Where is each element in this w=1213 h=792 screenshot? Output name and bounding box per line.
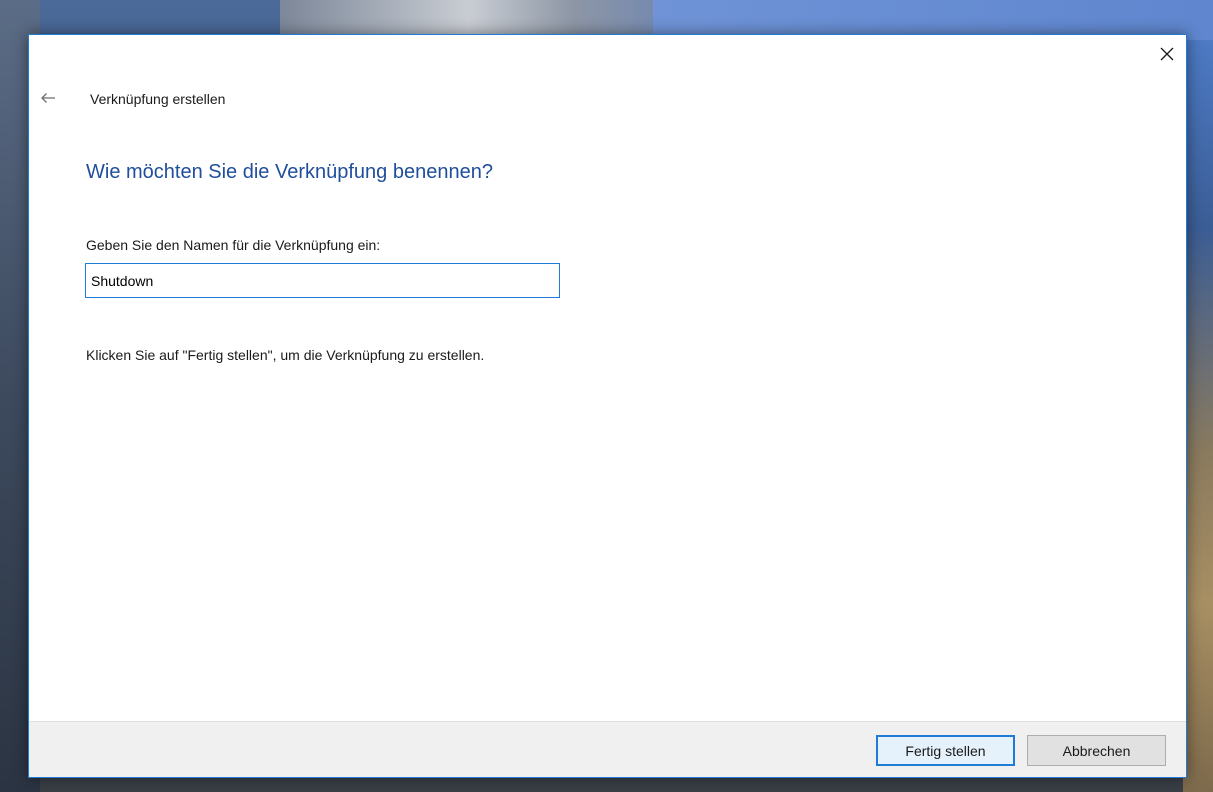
page-heading: Wie möchten Sie die Verknüpfung benennen… <box>86 161 493 183</box>
back-button[interactable] <box>35 87 61 113</box>
wallpaper-rock-right <box>1183 40 1213 792</box>
instruction-text: Klicken Sie auf "Fertig stellen", um die… <box>86 347 485 363</box>
arrow-left-icon <box>40 91 56 109</box>
close-button[interactable] <box>1152 41 1182 71</box>
create-shortcut-dialog: Verknüpfung erstellen Wie möchten Sie di… <box>28 34 1187 778</box>
finish-button[interactable]: Fertig stellen <box>876 735 1015 766</box>
name-field-label: Geben Sie den Namen für die Verknüpfung … <box>86 237 381 253</box>
close-icon <box>1160 47 1174 66</box>
window-title: Verknüpfung erstellen <box>90 91 226 107</box>
cancel-button[interactable]: Abbrechen <box>1027 735 1166 766</box>
dialog-footer: Fertig stellen Abbrechen <box>29 721 1186 777</box>
shortcut-name-input[interactable] <box>85 263 560 298</box>
